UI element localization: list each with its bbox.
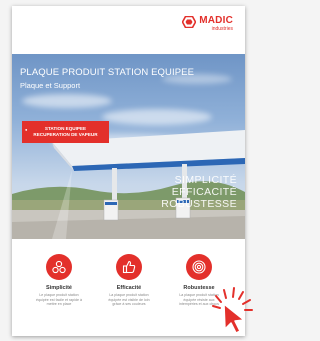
- badge-line-2: RECUPERATION DE VAPEUR: [33, 132, 98, 137]
- brand-sub: industries: [211, 26, 233, 32]
- badge-bullet-icon: ●: [25, 127, 28, 132]
- tagline-simplicite: SIMPLICITÉ: [174, 174, 237, 186]
- tagline: SIMPLICITÉ EFFICACITÉ ROBUSTESSE: [161, 174, 237, 210]
- molecules-icon: [46, 254, 72, 280]
- feature-name: Simplicité: [46, 285, 72, 291]
- hero-image: PLAQUE PRODUIT STATION EQUIPEE Plaque et…: [12, 54, 245, 239]
- tagline-efficacite: EFFICACITÉ: [171, 186, 237, 198]
- thumbs-up-icon: [116, 254, 142, 280]
- brand-name: MADIC: [199, 15, 233, 26]
- feature-desc: Le plaque produit station équipée est fa…: [36, 293, 82, 307]
- feature-desc: La plaque produit station équipée est vi…: [108, 293, 150, 307]
- feature-name: Efficacité: [116, 285, 142, 291]
- hero-subtitle: Plaque et Support: [20, 81, 81, 90]
- feature-efficacite: Efficacité La plaque produit station équ…: [98, 254, 160, 307]
- click-cursor-icon: [212, 287, 253, 334]
- station-badge: ● STATION EQUIPEE RECUPERATION DE VAPEUR: [22, 121, 109, 143]
- hero-title: PLAQUE PRODUIT STATION EQUIPEE: [20, 67, 195, 78]
- tagline-robustesse: ROBUSTESSE: [161, 198, 237, 210]
- target-icon: [186, 254, 212, 280]
- feature-simplicite: Simplicité Le plaque produit station équ…: [28, 254, 90, 307]
- madic-hexagon-icon: [182, 16, 197, 28]
- madic-logo: MADIC industries: [182, 16, 233, 32]
